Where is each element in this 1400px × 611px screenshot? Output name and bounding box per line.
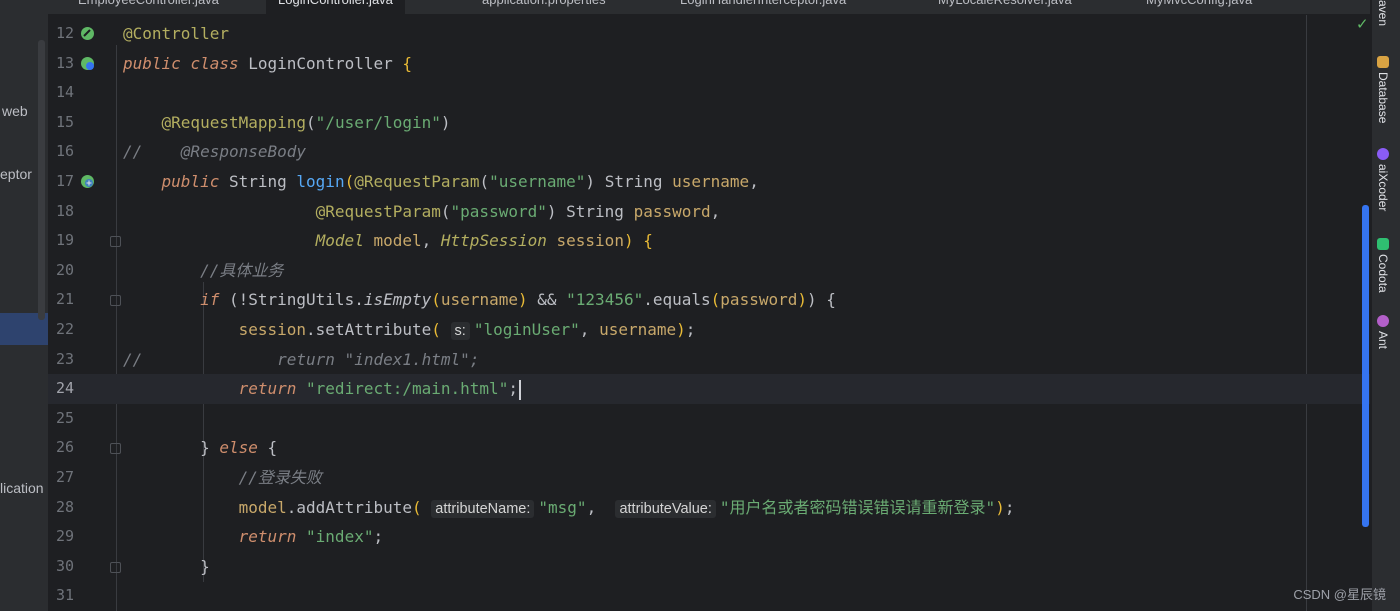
code-line[interactable]: 16 // @ResponseBody: [48, 137, 1370, 167]
codota-tool-button[interactable]: Codota: [1376, 238, 1390, 293]
maven-tool-button[interactable]: Maven: [1376, 0, 1390, 26]
request-mapping-icon[interactable]: [80, 174, 95, 189]
line-number: 30: [55, 556, 74, 575]
line-number: 16: [55, 142, 74, 161]
project-panel: web eptor lication: [0, 0, 48, 611]
project-tree-item[interactable]: lication: [0, 480, 44, 496]
fold-marker[interactable]: [110, 236, 121, 248]
code-text: @RequestMapping("/user/login"): [161, 112, 451, 132]
line-number: 13: [55, 53, 74, 72]
ant-tool-button[interactable]: Ant: [1376, 315, 1390, 349]
ant-icon: [1377, 315, 1389, 327]
tab-login-handler-interceptor[interactable]: LoginHandlerInterceptor.java: [680, 0, 846, 14]
code-line[interactable]: 15 @RequestMapping("/user/login"): [48, 108, 1370, 138]
project-tree-item[interactable]: eptor: [0, 166, 32, 182]
line-number: 21: [55, 290, 74, 309]
code-text: Model model, HttpSession session) {: [315, 231, 653, 251]
parameter-hint: attributeName:: [431, 499, 535, 518]
editor-scrollbar[interactable]: [1362, 205, 1369, 527]
fold-marker[interactable]: [110, 295, 121, 307]
line-number: 12: [55, 24, 74, 42]
code-line[interactable]: 21 if (!StringUtils.isEmpty(username) &&…: [48, 285, 1370, 315]
line-number: 29: [55, 527, 74, 546]
line-number: 24: [55, 379, 74, 398]
code-text: } else {: [200, 438, 278, 458]
code-text: if (!StringUtils.isEmpty(username) && "1…: [200, 290, 836, 310]
code-text: session.setAttribute( s: "loginUser", use…: [238, 320, 696, 340]
inspection-ok-icon[interactable]: ✓: [1356, 15, 1369, 33]
code-text: public class LoginController {: [123, 53, 413, 73]
fold-marker[interactable]: [110, 443, 121, 455]
tab-my-mvc-config[interactable]: MyMvcConfig.java: [1146, 0, 1252, 14]
code-line-current[interactable]: 24 return "redirect:/main.html";: [48, 374, 1370, 404]
code-text: public String login(@RequestParam("usern…: [161, 172, 759, 191]
code-line[interactable]: 31: [48, 581, 1370, 611]
tab-application-properties[interactable]: application.properties: [482, 0, 606, 14]
line-number: 26: [55, 438, 74, 457]
code-line[interactable]: 23 // return "index1.html";: [48, 345, 1370, 375]
codota-icon: [1377, 238, 1389, 250]
line-number: 27: [55, 468, 74, 486]
code-text: model.addAttribute( attributeName: "msg",…: [238, 497, 1015, 518]
code-text: //具体业务: [200, 260, 284, 280]
code-text: //登录失败: [238, 468, 322, 487]
project-panel-scrollbar[interactable]: [38, 40, 45, 320]
fold-marker[interactable]: [110, 561, 121, 573]
spring-web-icon[interactable]: [80, 56, 95, 71]
line-number: 25: [55, 408, 74, 427]
project-tree-item[interactable]: web: [2, 103, 28, 119]
code-line[interactable]: 28 model.addAttribute( attributeName: "ms…: [48, 493, 1370, 523]
tab-employee-controller[interactable]: EmployeeController.java: [78, 0, 219, 14]
line-number: 18: [55, 201, 74, 220]
code-editor[interactable]: 12 @Controller 13 public class LoginCont…: [48, 15, 1370, 611]
code-line[interactable]: 14: [48, 78, 1370, 108]
code-line[interactable]: 18 @RequestParam("password") String pass…: [48, 197, 1370, 227]
parameter-hint: attributeValue:: [615, 499, 716, 518]
aixcoder-icon: [1377, 148, 1389, 160]
line-number: 15: [55, 112, 74, 131]
code-text: return "redirect:/main.html";: [123, 374, 521, 404]
code-line[interactable]: 20 //具体业务: [48, 256, 1370, 286]
line-number: 22: [55, 320, 74, 338]
code-text: @RequestParam("password") String passwor…: [315, 201, 721, 221]
parameter-hint: s:: [450, 322, 470, 340]
database-icon: [1377, 56, 1389, 68]
code-line[interactable]: 27 //登录失败: [48, 463, 1370, 493]
code-line[interactable]: 26 } else {: [48, 433, 1370, 463]
database-tool-button[interactable]: Database: [1376, 56, 1390, 123]
code-line[interactable]: 17 public String login(@RequestParam("us…: [48, 167, 1370, 197]
code-text: // @ResponseBody: [123, 142, 307, 162]
code-line[interactable]: 30 }: [48, 552, 1370, 582]
code-line[interactable]: 19 Model model, HttpSession session) {: [48, 226, 1370, 256]
text-cursor: [518, 379, 521, 400]
line-number: 14: [55, 83, 74, 102]
code-text: // return "index1.html";: [123, 349, 480, 369]
code-line[interactable]: 25: [48, 404, 1370, 434]
line-number: 19: [55, 231, 74, 250]
watermark: CSDN @星辰镜: [1293, 587, 1386, 602]
right-tool-panel: Maven Database aiXcoder Codota Ant: [1372, 0, 1400, 611]
line-number: 20: [55, 260, 74, 279]
spring-bean-icon[interactable]: [80, 26, 95, 41]
line-number: 28: [55, 497, 74, 516]
code-line[interactable]: 29 return "index";: [48, 522, 1370, 552]
code-text: return "index";: [238, 527, 384, 547]
tab-login-controller[interactable]: LoginController.java: [266, 0, 405, 14]
aixcoder-tool-button[interactable]: aiXcoder: [1376, 148, 1390, 211]
code-text: @Controller: [123, 24, 229, 43]
tab-my-locale-resolver[interactable]: MyLocaleResolver.java: [938, 0, 1072, 14]
line-number: 23: [55, 349, 74, 368]
code-line[interactable]: 13 public class LoginController {: [48, 49, 1370, 79]
code-line[interactable]: 22 session.setAttribute( s: "loginUser", …: [48, 315, 1370, 345]
code-line[interactable]: 12 @Controller: [48, 19, 1370, 49]
line-number: 17: [55, 172, 74, 190]
code-text: }: [200, 556, 210, 576]
line-number: 31: [55, 586, 74, 605]
editor-tab-bar: EmployeeController.java LoginController.…: [48, 0, 1370, 15]
